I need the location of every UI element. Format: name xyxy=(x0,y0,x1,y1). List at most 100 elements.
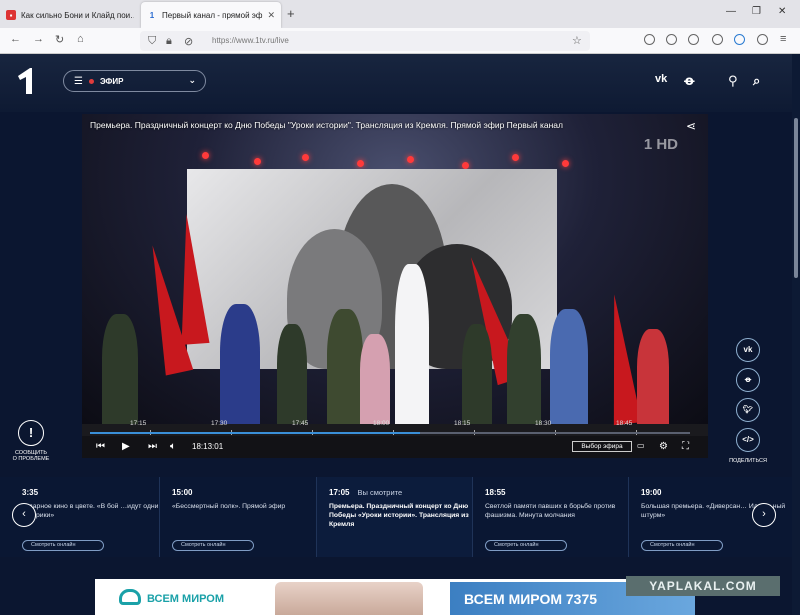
schedule-slot-current[interactable]: 17:05 Вы смотрите Премьера. Праздничный к… xyxy=(317,477,473,557)
new-tab-icon[interactable]: + xyxy=(287,6,295,21)
video-title: Премьера. Праздничный концерт ко Дню Поб… xyxy=(90,120,563,130)
live-dot-icon xyxy=(88,78,94,84)
watch-online-button[interactable]: Смотреть онлайн xyxy=(172,540,254,551)
captions-icon[interactable]: ▭ xyxy=(637,441,645,450)
browser-tab-bar: ▪ Как сильно Бони и Клайд пои… 1 Первый … xyxy=(0,0,800,28)
search-icon[interactable]: ⌕ xyxy=(753,73,760,89)
history-icon[interactable] xyxy=(666,34,677,45)
ok-share-icon[interactable]: ꝋ xyxy=(736,368,760,392)
slot-time: 15:00 xyxy=(172,488,193,497)
timeline-tick-label: 18:30 xyxy=(535,420,552,427)
menu-icon[interactable]: ≡ xyxy=(780,33,786,45)
vk-share-icon[interactable]: vk xyxy=(736,338,760,362)
watch-online-button[interactable]: Смотреть онлайн xyxy=(22,540,104,551)
timeline-tick-label: 18:15 xyxy=(454,420,471,427)
permissions-icon[interactable]: ⊘ xyxy=(184,35,193,48)
timeline-tick-label: 17:15 xyxy=(130,420,147,427)
watch-online-button[interactable]: Смотреть онлайн xyxy=(641,540,723,551)
bookmark-star-icon[interactable]: ☆ xyxy=(572,34,582,47)
performer xyxy=(462,324,492,424)
slot-time-value: 17:05 xyxy=(329,488,350,497)
slot-program: …дарное кино в цвете. «В бой …идут одни … xyxy=(22,503,159,519)
restore-icon[interactable]: ❐ xyxy=(752,6,761,17)
channel-hd-watermark: 1 HD xyxy=(644,136,678,153)
yaplakal-favicon-icon: ▪ xyxy=(6,10,16,20)
scrollbar-thumb[interactable] xyxy=(794,118,798,278)
addon-icon[interactable] xyxy=(712,34,723,45)
skip-forward-icon[interactable]: ⏭ xyxy=(148,441,157,452)
location-pin-icon[interactable]: ⚲ xyxy=(728,73,738,89)
timeline-tick-label: 17:45 xyxy=(292,420,309,427)
schedule-next-arrow-icon[interactable]: › xyxy=(752,503,776,527)
slot-program: Премьера. Праздничный концерт ко Дню Поб… xyxy=(329,503,469,528)
stage-light xyxy=(357,160,364,167)
forward-icon[interactable]: → xyxy=(33,33,44,45)
home-icon[interactable]: ⌂ xyxy=(77,33,84,45)
timeline-track[interactable] xyxy=(90,432,690,434)
performer xyxy=(277,324,307,424)
lock-icon: 🔒︎ xyxy=(166,35,172,47)
odnoklassniki-icon[interactable]: ꝋ xyxy=(684,73,695,89)
tab-title: Первый канал - прямой эфир xyxy=(162,10,264,20)
performer xyxy=(360,334,390,424)
timeline-tick-label: 17:30 xyxy=(211,420,228,427)
slot-program: «Бессмертный полк». Прямой эфир xyxy=(172,503,286,510)
heart-logo-icon xyxy=(119,589,141,605)
watch-online-button[interactable]: Смотреть онлайн xyxy=(485,540,567,551)
address-bar[interactable]: ⛉ 🔒︎ ⊘ https://www.1tv.ru/live ☆ xyxy=(140,31,590,51)
browser-nav-bar: ← → ↻ ⌂ ⛉ 🔒︎ ⊘ https://www.1tv.ru/live ☆… xyxy=(0,28,800,54)
back-icon[interactable]: ← xyxy=(10,33,21,45)
schedule-strip: 3:35 …дарное кино в цвете. «В бой …идут … xyxy=(0,477,800,557)
extension-icon[interactable] xyxy=(688,34,699,45)
ad-banner-text: ВСЕМ МИРОМ 7375 xyxy=(464,591,598,607)
settings-gear-icon[interactable]: ⚙ xyxy=(659,441,668,452)
hd-text: HD xyxy=(656,136,678,153)
schedule-prev-arrow-icon[interactable]: ‹ xyxy=(12,503,36,527)
pocket-icon[interactable] xyxy=(644,34,655,45)
singer xyxy=(395,264,429,424)
slot-time: 17:05 Вы смотрите xyxy=(329,488,472,497)
current-time: 18:13:01 xyxy=(192,442,224,451)
channel-one-logo-icon[interactable] xyxy=(14,66,40,96)
channel-one-favicon-icon: 1 xyxy=(149,10,155,20)
share-column: vk ꝋ 🐦︎ </> ПОДЕЛИТЬСЯ xyxy=(728,338,768,464)
cart-icon[interactable] xyxy=(757,34,768,45)
timeline-tick-label: 18:00 xyxy=(373,420,390,427)
twitter-share-icon[interactable]: 🐦︎ xyxy=(736,398,760,422)
video-player[interactable]: Премьера. Праздничный концерт ко Дню Поб… xyxy=(82,114,708,458)
page-scrollbar[interactable] xyxy=(792,54,800,615)
stage-light xyxy=(512,154,519,161)
close-tab-icon[interactable]: ✕ xyxy=(267,10,275,21)
performer xyxy=(550,309,588,424)
efir-menu-button[interactable]: ☰ ЭФИР ⌄ xyxy=(63,70,206,92)
select-broadcast-button[interactable]: Выбор эфира xyxy=(572,441,632,452)
stage-light xyxy=(302,154,309,161)
close-window-icon[interactable]: ✕ xyxy=(778,6,786,17)
exclamation-icon: ! xyxy=(18,420,44,446)
embed-code-icon[interactable]: </> xyxy=(736,428,760,452)
timeline-tick-label: 18:45 xyxy=(616,420,633,427)
schedule-slot[interactable]: 18:55 Светлой памяти павших в борьбе про… xyxy=(473,477,629,557)
vk-icon[interactable]: vk xyxy=(655,73,667,85)
stage-light xyxy=(202,152,209,159)
minimize-icon[interactable]: — xyxy=(726,6,736,17)
url-text: https://www.1tv.ru/live xyxy=(212,36,289,45)
fullscreen-icon[interactable]: ⛶ xyxy=(682,441,689,452)
play-icon[interactable]: ▶ xyxy=(122,441,130,452)
reload-icon[interactable]: ↻ xyxy=(55,33,64,46)
skip-back-icon[interactable]: ⏮ xyxy=(96,441,105,452)
video-frame xyxy=(82,114,708,426)
ad-brand: ВСЕМ МИРОМ xyxy=(147,593,225,605)
report-problem[interactable]: ! СООБЩИТЬ О ПРОБЛЕМЕ xyxy=(12,420,50,462)
schedule-slot[interactable]: 15:00 «Бессмертный полк». Прямой эфир См… xyxy=(160,477,317,557)
efir-label: ЭФИР xyxy=(99,76,124,86)
timeline-progress xyxy=(90,432,420,434)
ad-banner[interactable]: ВСЕМ МИРОМ ВСЕМ МИРОМ 7375 xyxy=(95,579,695,615)
browser-tab-active[interactable]: 1 Первый канал - прямой эфир ✕ xyxy=(141,2,281,28)
sync-icon[interactable] xyxy=(734,34,745,45)
performer xyxy=(507,314,541,424)
browser-tab-inactive[interactable]: ▪ Как сильно Бони и Клайд пои… xyxy=(0,2,140,28)
share-icon[interactable]: ⋖ xyxy=(686,119,696,133)
volume-icon[interactable]: 🔈︎ xyxy=(170,441,176,452)
shield-icon[interactable]: ⛉ xyxy=(148,35,156,48)
